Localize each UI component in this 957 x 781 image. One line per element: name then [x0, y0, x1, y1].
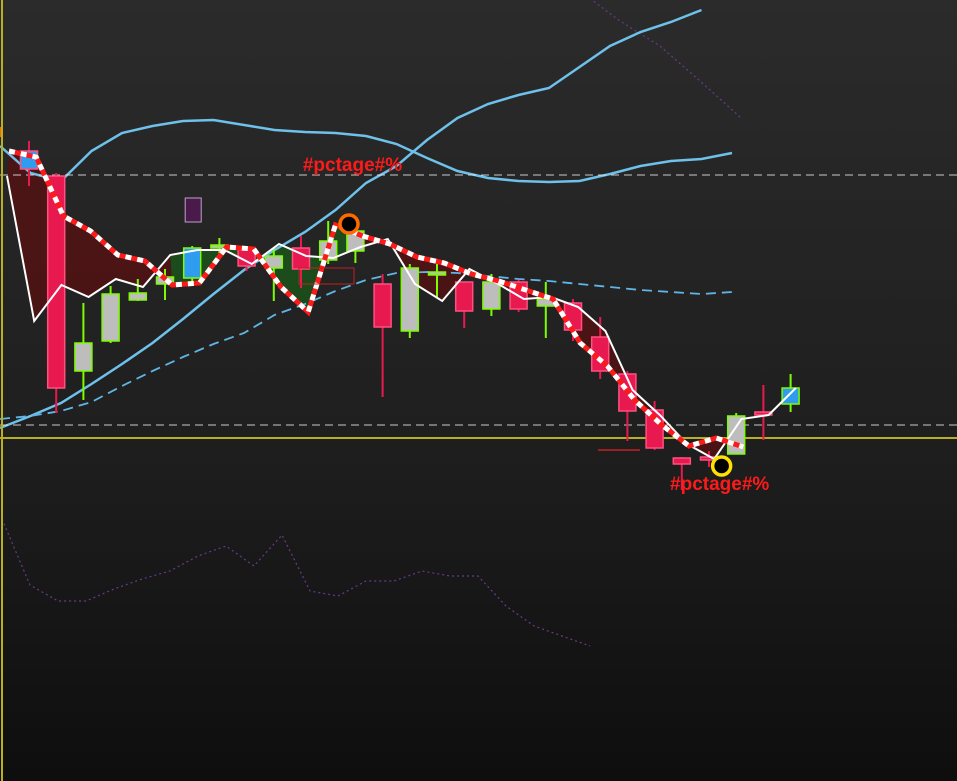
candle-body [672, 457, 692, 465]
candle-body [400, 267, 420, 332]
dotted-envelope-upper [591, 0, 741, 118]
candle-body [373, 283, 392, 328]
horizontal-levels-group [0, 174, 957, 439]
candle-body [128, 292, 148, 301]
candle-body [427, 271, 447, 276]
candle-body [454, 281, 474, 312]
pctage-annotation-1: #pctage#% [303, 155, 402, 176]
chart-canvas: #pctage#% #pctage#% [0, 0, 957, 781]
pctage-annotation-2: #pctage#% [670, 474, 769, 495]
candlestick-chart: #pctage#% #pctage#% [0, 0, 957, 781]
candle-body [781, 387, 800, 405]
candle-body [482, 281, 501, 310]
candle-body [74, 342, 93, 372]
yellow-ring-marker [710, 455, 733, 477]
small-box-marker [184, 197, 202, 223]
orange-ring-marker [338, 213, 360, 235]
dotted-envelope-lower [1, 518, 591, 647]
candle-body [101, 293, 120, 342]
